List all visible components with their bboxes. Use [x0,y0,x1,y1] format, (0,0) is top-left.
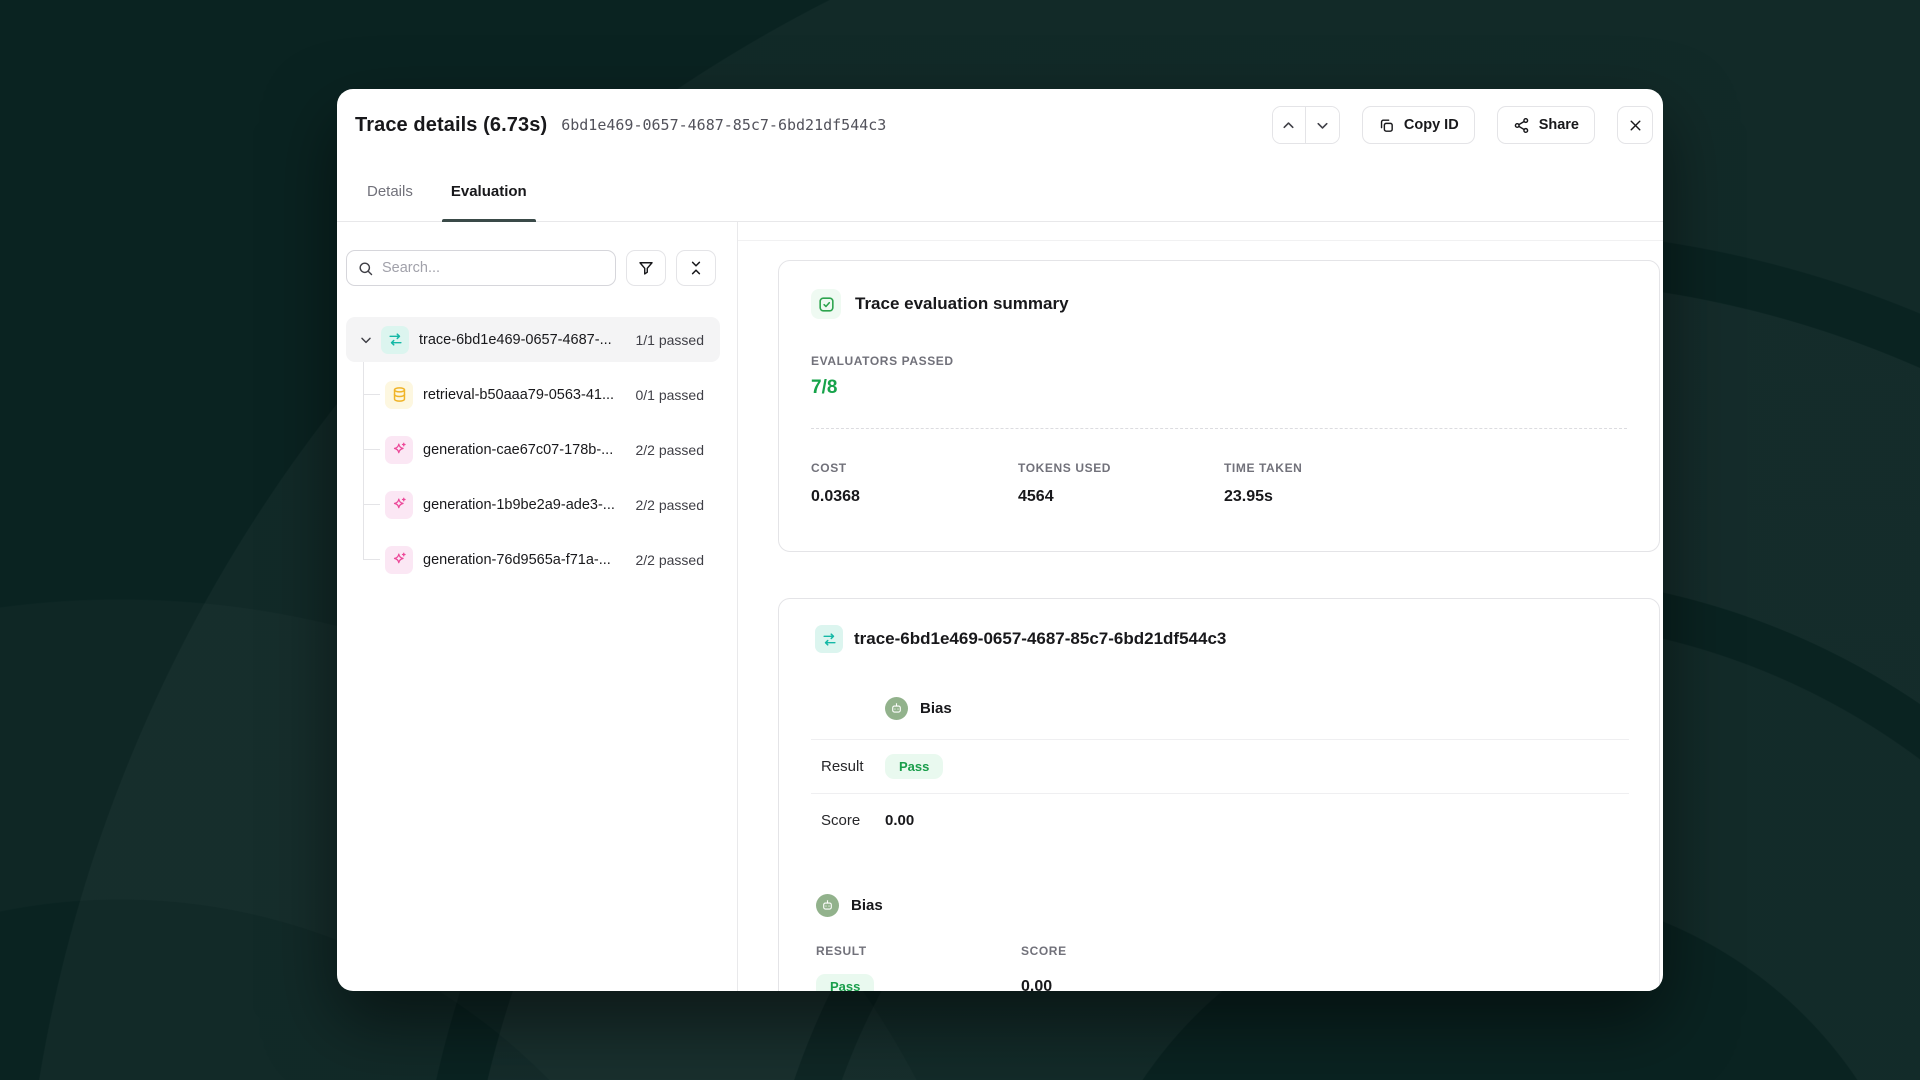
chevron-up-icon [1280,117,1297,134]
share-icon [1513,117,1530,134]
trace-detail-card: trace-6bd1e469-0657-4687-85c7-6bd21df544… [778,598,1660,991]
summary-card-header: Trace evaluation summary [811,289,1627,319]
copy-icon [1378,117,1395,134]
title-wrap: Trace details (6.73s) 6bd1e469-0657-4687… [355,114,1272,137]
summary-card-title: Trace evaluation summary [855,294,1069,314]
sparkles-icon [385,546,413,574]
node-label: generation-cae67c07-178b-... [423,442,613,458]
evaluator-header-bias: Bias [885,697,1659,720]
tree-row-trace[interactable]: trace-6bd1e469-0657-4687-... 1/1 passed [346,317,720,362]
trace-details-modal: Trace details (6.73s) 6bd1e469-0657-4687… [337,89,1663,991]
evaluator-name: Bias [920,700,952,717]
collapse-vertical-icon [687,259,705,277]
metric-value: 4564 [1018,488,1224,506]
search-toolbar [346,250,716,286]
result-row: Result Pass [779,740,1659,793]
search-icon [357,260,374,277]
search-input[interactable] [382,260,605,276]
share-label: Share [1539,117,1579,133]
result-header: RESULT [816,944,1021,958]
search-box[interactable] [346,250,616,286]
metric-tokens-used: TOKENS USED 4564 [1018,461,1224,506]
metric-cost: COST 0.0368 [811,461,1018,506]
pass-badge: Pass [816,974,874,991]
trace-card-title: trace-6bd1e469-0657-4687-85c7-6bd21df544… [854,629,1226,649]
prev-trace-button[interactable] [1273,107,1306,143]
share-button[interactable]: Share [1497,106,1595,144]
score-header: SCORE [1021,944,1067,958]
node-label: retrieval-b50aaa79-0563-41... [423,387,614,403]
checkbox-check-icon [811,289,841,319]
copy-id-label: Copy ID [1404,117,1459,133]
node-label: generation-76d9565a-f71a-... [423,552,611,568]
trace-card-header: trace-6bd1e469-0657-4687-85c7-6bd21df544… [815,625,1659,653]
tree-row-retrieval[interactable]: retrieval-b50aaa79-0563-41... 0/1 passed [346,372,720,417]
evaluators-passed-label: EVALUATORS PASSED [811,354,1627,368]
evaluator-summary-header-bias: Bias [816,894,1659,917]
tree-row-generation-3[interactable]: generation-76d9565a-f71a-... 2/2 passed [346,537,720,582]
evaluators-passed-value: 7/8 [811,377,1627,399]
metric-time-taken: TIME TAKEN 23.95s [1224,461,1302,506]
trace-evaluation-summary-card: Trace evaluation summary EVALUATORS PASS… [778,260,1660,552]
node-status: 2/2 passed [636,497,721,513]
tree-row-generation-1[interactable]: generation-cae67c07-178b-... 2/2 passed [346,427,720,472]
table-headers: RESULT SCORE [816,944,1659,958]
metrics-row: COST 0.0368 TOKENS USED 4564 TIME TAKEN … [811,461,1627,506]
span-tree: trace-6bd1e469-0657-4687-... 1/1 passed … [337,317,737,582]
evaluator-result-table: RESULT SCORE Pass 0.00 [816,944,1659,991]
close-icon [1627,117,1644,134]
metric-label: COST [811,461,1018,475]
table-values: Pass 0.00 [816,974,1659,991]
sparkles-icon [385,436,413,464]
next-trace-button[interactable] [1306,107,1339,143]
filter-funnel-icon [637,259,655,277]
tab-bar: Details Evaluation [337,161,1663,222]
filter-button[interactable] [626,250,666,286]
node-status: 2/2 passed [636,552,721,568]
swap-arrows-icon [815,625,843,653]
metric-value: 23.95s [1224,488,1302,506]
dashed-divider [811,428,1627,429]
chevron-down-icon [1314,117,1331,134]
score-row: Score 0.00 [779,794,1659,847]
tab-details[interactable]: Details [358,161,422,221]
robot-icon [885,697,908,720]
swap-arrows-icon [381,326,409,354]
metric-label: TOKENS USED [1018,461,1224,475]
metric-label: TIME TAKEN [1224,461,1302,475]
chevron-down-icon[interactable] [358,332,374,348]
node-status: 1/1 passed [636,332,721,348]
tree-row-generation-2[interactable]: generation-1b9be2a9-ade3-... 2/2 passed [346,482,720,527]
tab-evaluation[interactable]: Evaluation [442,161,536,221]
metric-value: 0.0368 [811,488,1018,506]
collapse-all-button[interactable] [676,250,716,286]
score-cell: 0.00 [1021,978,1052,992]
pass-badge: Pass [885,754,943,779]
modal-header: Trace details (6.73s) 6bd1e469-0657-4687… [337,89,1663,161]
evaluator-name: Bias [851,897,883,914]
node-status: 0/1 passed [636,387,721,403]
trace-nav-group [1272,106,1340,144]
result-cell: Pass [816,974,1021,991]
node-label: generation-1b9be2a9-ade3-... [423,497,615,513]
node-label: trace-6bd1e469-0657-4687-... [419,332,612,348]
robot-icon [816,894,839,917]
sparkles-icon [385,491,413,519]
result-label: Result [821,758,885,775]
page-title: Trace details (6.73s) [355,114,547,137]
trace-id: 6bd1e469-0657-4687-85c7-6bd21df544c3 [561,116,886,134]
database-icon [385,381,413,409]
evaluation-panel: Trace evaluation summary EVALUATORS PASS… [738,222,1663,991]
span-tree-panel: trace-6bd1e469-0657-4687-... 1/1 passed … [337,222,738,991]
panel-divider [738,240,1663,241]
header-actions: Copy ID Share [1272,106,1653,144]
node-status: 2/2 passed [636,442,721,458]
score-label: Score [821,812,885,829]
modal-body: trace-6bd1e469-0657-4687-... 1/1 passed … [337,222,1663,991]
score-value: 0.00 [885,812,914,829]
copy-id-button[interactable]: Copy ID [1362,106,1475,144]
close-button[interactable] [1617,106,1653,144]
